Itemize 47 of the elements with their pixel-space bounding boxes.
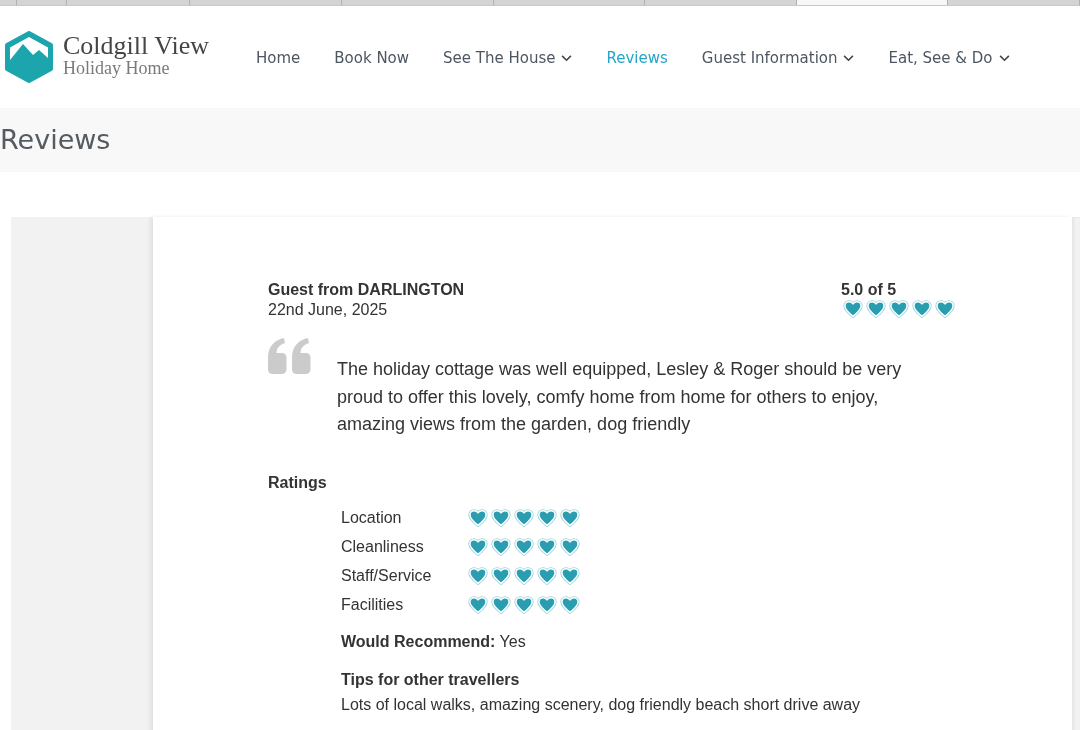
heart-icon — [468, 567, 488, 585]
tips-text: Lots of local walks, amazing scenery, dog friendly beach short drive away — [341, 694, 862, 715]
rating-label: Location — [341, 509, 403, 527]
quote-icon — [268, 338, 311, 374]
heart-icon — [491, 567, 511, 585]
nav-link[interactable]: Book Now — [334, 49, 410, 67]
heart-icon — [560, 596, 580, 614]
browser-tab[interactable] — [797, 0, 948, 5]
guest-name: Guest from DARLINGTON — [268, 280, 465, 300]
heart-icon — [537, 596, 557, 614]
nav-link[interactable]: Guest Information — [701, 49, 855, 67]
logo-tagline: Holiday Home — [63, 59, 171, 78]
heart-icon — [468, 596, 488, 614]
heart-icon — [537, 509, 557, 527]
heart-icon — [537, 538, 557, 556]
heart-icon — [935, 300, 955, 318]
heart-icon — [889, 300, 909, 318]
heart-icon — [468, 509, 488, 527]
heart-icon — [514, 538, 534, 556]
heart-icon — [514, 567, 534, 585]
heart-icon — [537, 567, 557, 585]
review-date: 22nd June, 2025 — [268, 300, 389, 320]
heart-icon — [560, 509, 580, 527]
heart-icon — [843, 300, 863, 318]
logo-icon[interactable] — [5, 31, 53, 83]
heart-icon — [514, 596, 534, 614]
nav-link[interactable]: Eat, See & Do — [888, 49, 1010, 67]
heart-icon — [560, 567, 580, 585]
page-title: Reviews — [0, 124, 111, 156]
heart-icon — [468, 538, 488, 556]
nav-link[interactable]: Home — [256, 49, 301, 67]
review-text: The holiday cottage was well equipped, Lesley & Roger should be very proud to offer this lovely, comfy home from home for others to enjoy, amazing views from the garden, dog friendly — [337, 358, 903, 436]
rating-label: Staff/Service — [341, 567, 433, 585]
rating-label: Cleanliness — [341, 538, 425, 556]
overall-score: 5.0 of 5 — [841, 280, 898, 300]
heart-icon — [491, 538, 511, 556]
tips-heading: Tips for other travellers — [341, 669, 521, 690]
heart-icon — [491, 509, 511, 527]
recommend-text: Would Recommend: Yes — [341, 631, 527, 652]
heart-icon — [514, 509, 534, 527]
heart-icon — [560, 538, 580, 556]
heart-icon — [866, 300, 886, 318]
heart-icon — [491, 596, 511, 614]
heart-icon — [912, 300, 932, 318]
nav-link[interactable]: See The House — [443, 49, 573, 67]
ratings-heading: Ratings — [268, 472, 328, 493]
rating-label: Facilities — [341, 596, 405, 614]
